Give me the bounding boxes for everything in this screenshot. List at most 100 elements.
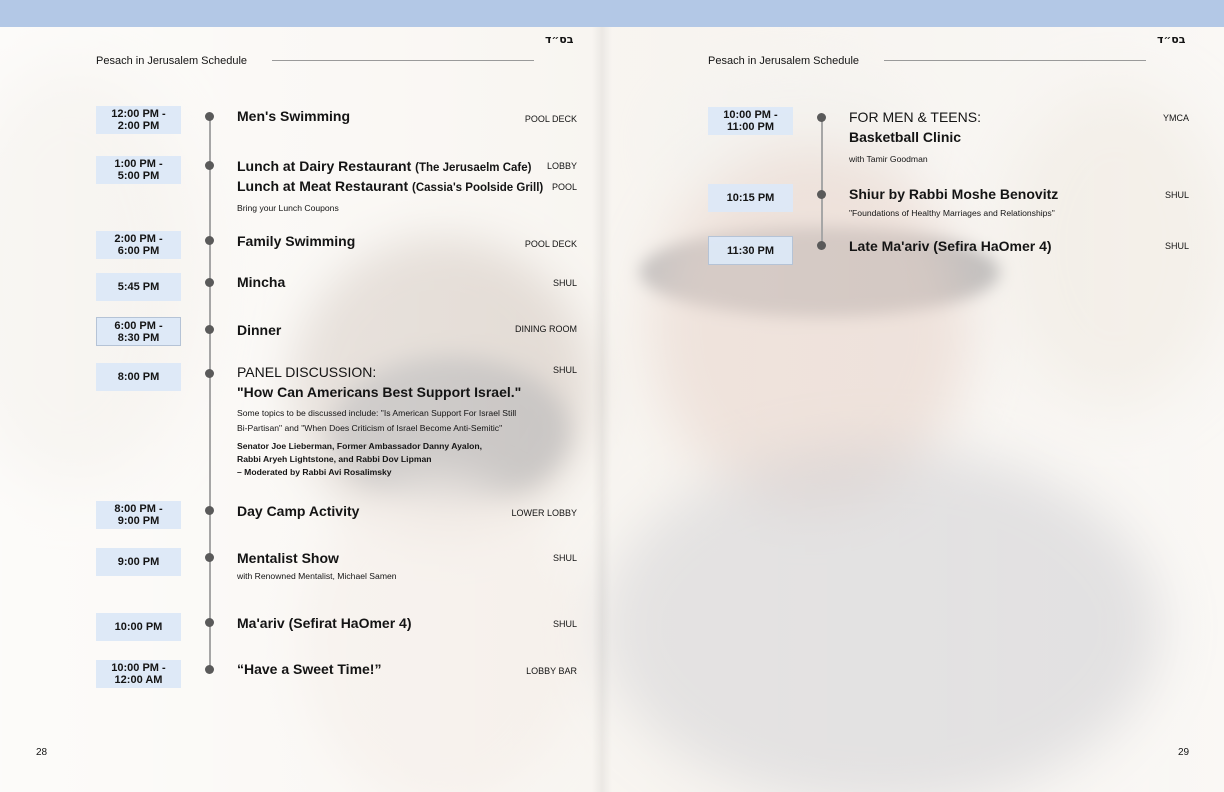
timeline-line: [209, 116, 211, 673]
event-title: Mincha: [237, 274, 286, 290]
timeline-dot: [205, 369, 214, 378]
event-location-second: POOL: [551, 182, 577, 192]
event-location: SHUL: [552, 278, 577, 288]
time-badge: 8:00 PM: [96, 363, 181, 391]
event-title-sub: (The Jerusaelm Cafe): [415, 162, 532, 174]
event-location: DINING ROOM: [515, 324, 577, 334]
time-badge: 8:00 PM - 9:00 PM: [96, 501, 181, 529]
timeline-dot: [817, 190, 826, 199]
time-text: 10:15 PM: [726, 192, 775, 204]
time-badge: 5:45 PM: [96, 273, 181, 301]
timeline-dot: [205, 236, 214, 245]
event-location: LOBBY BAR: [526, 666, 577, 676]
time-text: 12:00 AM: [114, 674, 163, 686]
time-text: 11:30 PM: [726, 244, 775, 257]
event-note: with Tamir Goodman: [849, 154, 928, 164]
event-title-second: Lunch at Meat Restaurant (Cassia's Pools…: [237, 178, 543, 194]
time-text: 8:30 PM: [117, 331, 160, 344]
right-page: Pesach in Jerusalem Schedule בס״ד 10:00 …: [612, 27, 1224, 792]
time-text: 2:00 PM -: [114, 233, 163, 245]
schedule-header: Pesach in Jerusalem Schedule: [708, 55, 860, 67]
event-title: Day Camp Activity: [237, 503, 360, 519]
time-badge: 10:00 PM: [96, 613, 181, 641]
time-badge: 6:00 PM - 8:30 PM: [96, 317, 181, 346]
event-title: Dinner: [237, 322, 282, 338]
event-location: SHUL: [552, 619, 577, 629]
timeline-dot: [205, 665, 214, 674]
event-note: Bring your Lunch Coupons: [237, 203, 339, 213]
event-title: Lunch at Dairy Restaurant (The Jerusaelm…: [237, 158, 531, 174]
schedule-header: Pesach in Jerusalem Schedule: [96, 55, 248, 67]
event-title-second: "How Can Americans Best Support Israel.": [237, 384, 522, 400]
time-badge: 10:00 PM - 11:00 PM: [708, 107, 793, 135]
left-page: Pesach in Jerusalem Schedule בס״ד 12:00 …: [0, 27, 612, 792]
timeline-dot: [817, 241, 826, 250]
time-text: 10:00 PM -: [111, 662, 166, 674]
time-text: 2:00 PM: [117, 120, 160, 132]
event-note: with Renowned Mentalist, Michael Samen: [237, 571, 397, 581]
speaker-line: – Moderated by Rabbi Avi Rosalimsky: [237, 467, 392, 477]
timeline-dot: [205, 553, 214, 562]
event-title-main: Lunch at Meat Restaurant: [237, 178, 409, 194]
speaker-line: Rabbi Aryeh Lightstone, and Rabbi Dov Li…: [237, 454, 432, 464]
timeline-dot: [205, 618, 214, 627]
event-location: YMCA: [1162, 113, 1189, 123]
event-location: LOBBY: [546, 161, 577, 171]
event-title: Late Ma'ariv (Sefira HaOmer 4): [849, 238, 1052, 254]
event-title: Mentalist Show: [237, 550, 339, 566]
time-text: 8:00 PM: [117, 371, 160, 383]
time-text: 8:00 PM -: [114, 503, 163, 515]
event-location: SHUL: [1164, 241, 1189, 251]
top-color-band: [0, 0, 1224, 27]
time-text: 10:00 PM -: [723, 109, 778, 121]
event-title: “Have a Sweet Time!”: [237, 661, 382, 677]
page-number: 28: [36, 747, 48, 758]
timeline-dot: [205, 278, 214, 287]
time-text: 5:45 PM: [117, 281, 160, 293]
time-badge: 9:00 PM: [96, 548, 181, 576]
event-title-second: Basketball Clinic: [849, 129, 962, 145]
timeline-dot: [205, 161, 214, 170]
bsd-mark: בס״ד: [1157, 33, 1186, 46]
event-location: POOL DECK: [524, 239, 577, 249]
event-title: Ma'ariv (Sefirat HaOmer 4): [237, 615, 412, 631]
event-title: Family Swimming: [237, 233, 356, 249]
time-text: 12:00 PM -: [111, 108, 166, 120]
timeline-dot: [205, 112, 214, 121]
bsd-mark: בס״ד: [545, 33, 574, 46]
time-text: 1:00 PM -: [114, 158, 163, 170]
event-title: PANEL DISCUSSION:: [237, 364, 377, 380]
timeline-dot: [817, 113, 826, 122]
event-title-main: Lunch at Dairy Restaurant: [237, 158, 412, 174]
time-badge: 1:00 PM - 5:00 PM: [96, 156, 181, 184]
time-text: 9:00 PM: [117, 515, 160, 527]
speaker-line: Senator Joe Lieberman, Former Ambassador…: [237, 441, 482, 451]
time-badge: 10:15 PM: [708, 184, 793, 212]
time-badge: 12:00 PM - 2:00 PM: [96, 106, 181, 134]
timeline-dot: [205, 325, 214, 334]
time-badge: 2:00 PM - 6:00 PM: [96, 231, 181, 259]
event-location: LOWER LOBBY: [511, 508, 577, 518]
header-rule: [884, 60, 1146, 61]
event-title: FOR MEN & TEENS:: [849, 109, 981, 125]
page-number: 29: [1178, 747, 1190, 758]
time-text: 6:00 PM -: [114, 319, 163, 332]
event-location: POOL DECK: [524, 114, 577, 124]
time-text: 5:00 PM: [117, 170, 160, 182]
event-title: Shiur by Rabbi Moshe Benovitz: [849, 186, 1059, 202]
time-text: 10:00 PM: [114, 621, 163, 633]
event-title: Men's Swimming: [237, 108, 351, 124]
event-note: "Foundations of Healthy Marriages and Re…: [849, 208, 1055, 218]
time-text: 9:00 PM: [117, 556, 160, 568]
timeline-line: [821, 118, 823, 245]
event-location: SHUL: [552, 553, 577, 563]
header-rule: [272, 60, 534, 61]
event-title-sub: (Cassia's Poolside Grill): [412, 182, 544, 194]
time-text: 11:00 PM: [726, 121, 775, 133]
event-location: SHUL: [1164, 190, 1189, 200]
event-note: Bi-Partisan" and "When Does Criticism of…: [237, 423, 503, 433]
event-note: Some topics to be discussed include: "Is…: [237, 408, 517, 418]
time-text: 6:00 PM: [117, 245, 160, 257]
event-location: SHUL: [552, 365, 577, 375]
timeline-dot: [205, 506, 214, 515]
